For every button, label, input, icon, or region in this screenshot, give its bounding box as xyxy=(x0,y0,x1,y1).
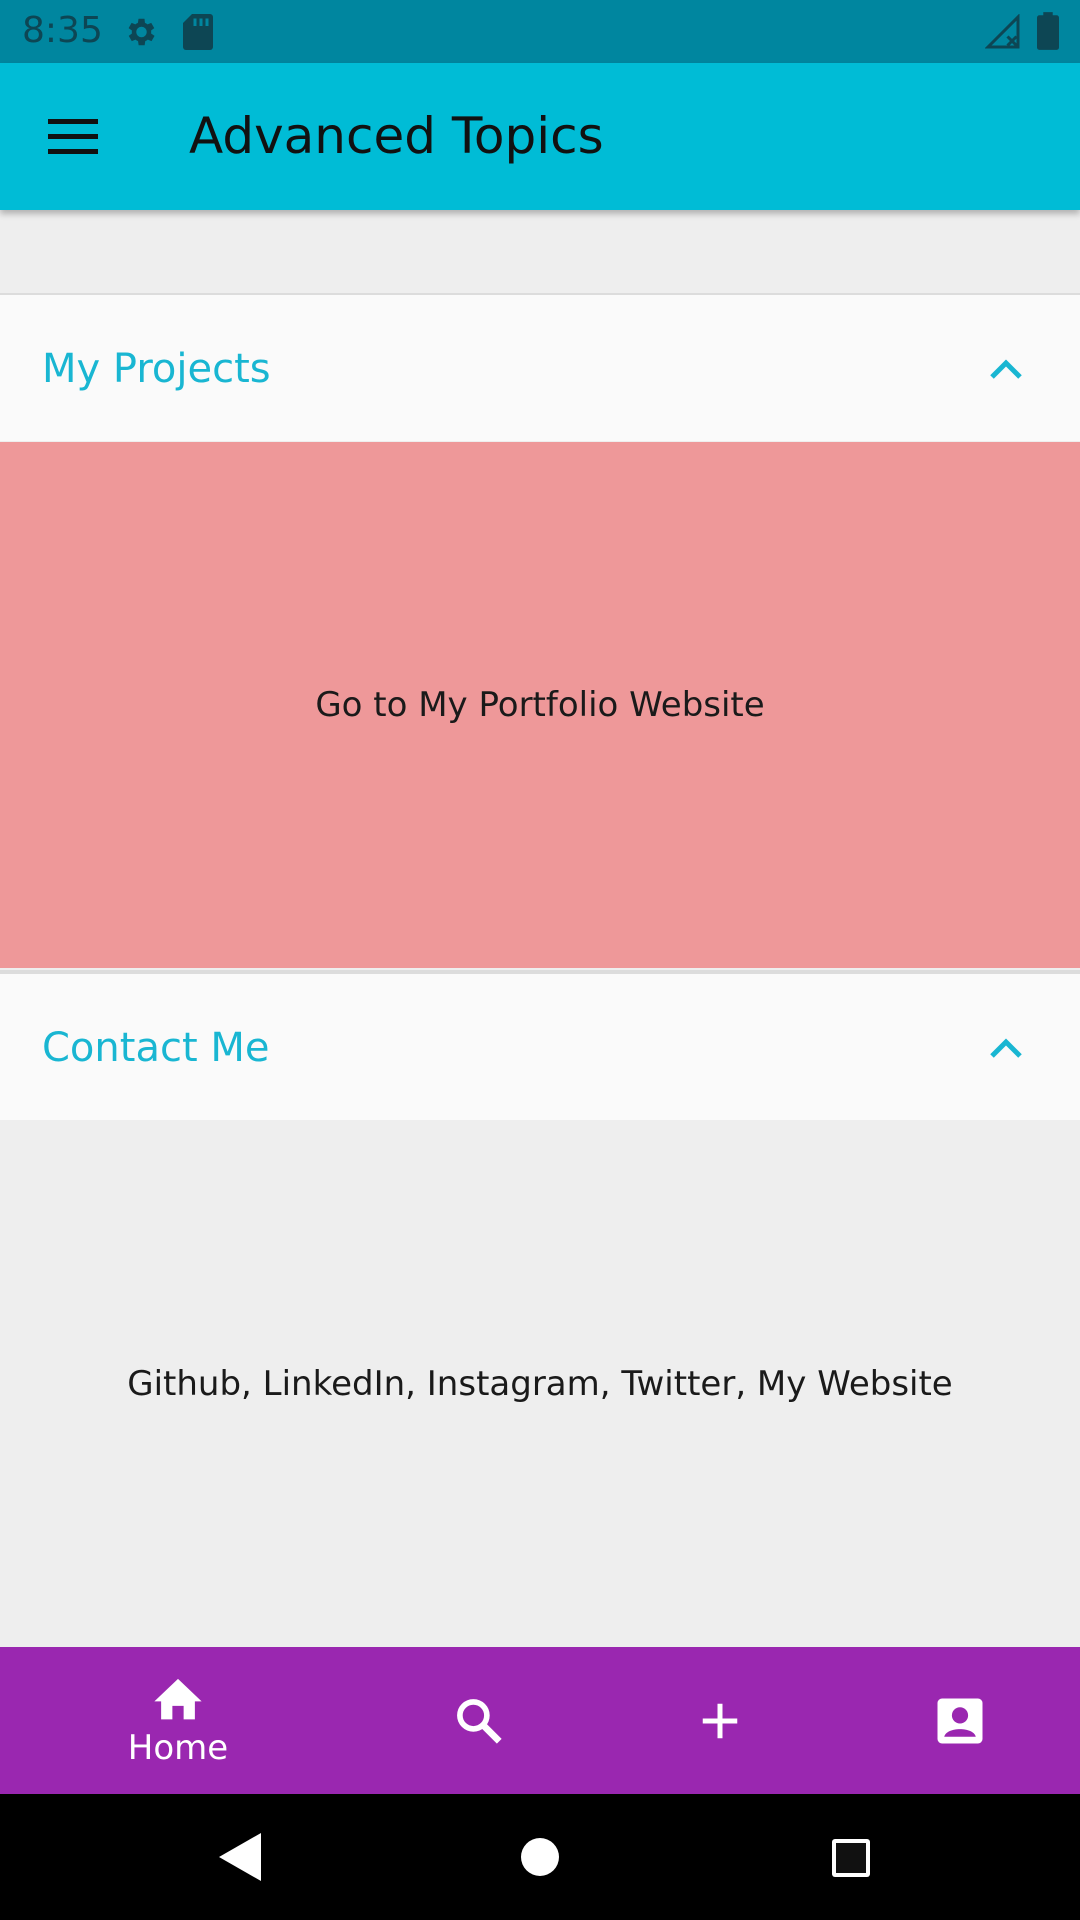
account-icon xyxy=(937,1698,983,1743)
chevron-up-icon[interactable] xyxy=(986,353,1026,383)
contact-panel: Github, LinkedIn, Instagram, Twitter, My… xyxy=(0,1120,1080,1647)
search-icon xyxy=(457,1698,502,1744)
home-circle-icon[interactable] xyxy=(505,1827,575,1887)
bottom-navigation: Home xyxy=(0,1647,1080,1794)
menu-icon[interactable] xyxy=(48,117,98,157)
recents-icon[interactable] xyxy=(815,1827,885,1887)
home-icon xyxy=(154,1678,202,1719)
portfolio-link[interactable]: Go to My Portfolio Website xyxy=(315,685,764,725)
battery-icon xyxy=(1037,12,1059,50)
nav-add[interactable] xyxy=(600,1647,840,1794)
status-bar: 8:35 xyxy=(0,0,1080,63)
gear-icon xyxy=(128,18,155,46)
section-title: My Projects xyxy=(42,346,271,392)
page-title: Advanced Topics xyxy=(189,107,604,165)
sd-card-icon xyxy=(183,14,213,50)
app-bar: Advanced Topics xyxy=(0,63,1080,210)
section-title: Contact Me xyxy=(42,1025,270,1071)
contact-links-text: Github, LinkedIn, Instagram, Twitter, My… xyxy=(127,1363,953,1404)
nav-home-label: Home xyxy=(127,1727,229,1768)
section-header-my-projects[interactable]: My Projects xyxy=(0,293,1080,441)
signal-icon xyxy=(985,14,1020,49)
nav-home[interactable]: Home xyxy=(58,1647,298,1794)
projects-panel: Go to My Portfolio Website xyxy=(0,442,1080,968)
section-header-contact-me[interactable]: Contact Me xyxy=(0,970,1080,1120)
add-icon xyxy=(702,1703,738,1738)
nav-account[interactable] xyxy=(840,1647,1080,1794)
nav-search[interactable] xyxy=(359,1647,599,1794)
chevron-up-icon[interactable] xyxy=(986,1032,1026,1062)
status-time: 8:35 xyxy=(22,10,103,51)
back-icon[interactable] xyxy=(205,1827,275,1887)
system-navigation-bar xyxy=(0,1794,1080,1920)
